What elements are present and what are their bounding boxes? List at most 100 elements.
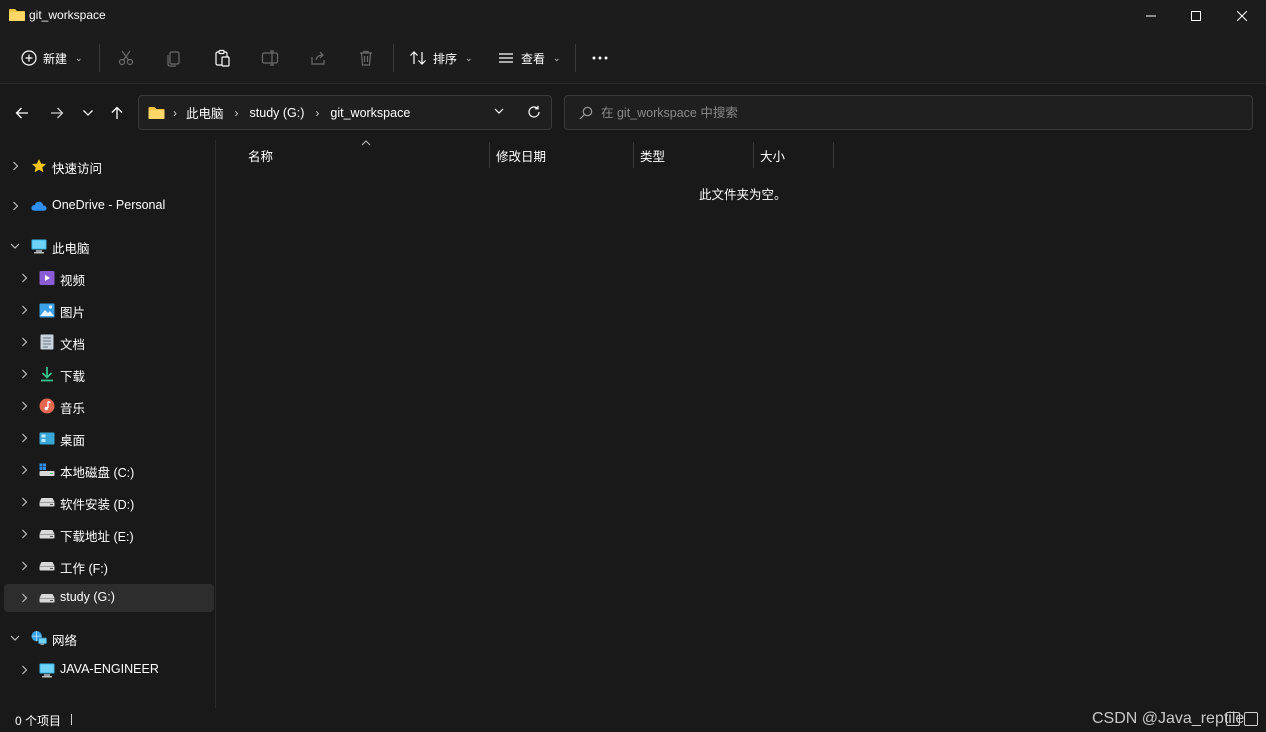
refresh-button[interactable] [527, 105, 541, 119]
column-divider[interactable] [633, 142, 634, 168]
arrow-right-icon [51, 107, 64, 119]
back-button[interactable] [11, 102, 33, 124]
chevron-right-icon[interactable] [19, 305, 29, 315]
video-icon [39, 270, 55, 286]
chevron-right-icon[interactable] [19, 593, 29, 603]
more-button[interactable] [591, 46, 609, 70]
chevron-right-icon[interactable] [19, 337, 29, 347]
maximize-icon [1191, 11, 1201, 21]
sidebar-item-label: study (G:) [60, 590, 115, 604]
sidebar-item-onedrive[interactable]: OneDrive - Personal [4, 192, 214, 220]
sidebar-item-documents[interactable]: 文档 [4, 328, 214, 356]
minimize-icon [1146, 15, 1156, 17]
sidebar-item-label: 本地磁盘 (C:) [60, 466, 135, 480]
chevron-right-icon[interactable] [10, 201, 20, 211]
chevron-right-icon[interactable] [19, 465, 29, 475]
sidebar-item-label: 图片 [60, 306, 86, 320]
chevron-right-icon[interactable] [10, 161, 20, 171]
search-box[interactable] [564, 95, 1253, 130]
recent-locations-button[interactable] [77, 102, 99, 124]
folder-icon [9, 8, 25, 25]
column-divider[interactable] [833, 142, 834, 168]
system-drive-icon [39, 462, 55, 478]
sidebar-item-desktop[interactable]: 桌面 [4, 424, 214, 452]
search-icon [579, 106, 593, 120]
status-bar: 0 个项目 CSDN @Java_reptile [0, 708, 1266, 732]
column-header-name[interactable]: 名称 [248, 142, 273, 168]
chevron-right-icon[interactable] [19, 665, 29, 675]
search-input[interactable] [601, 105, 1201, 120]
sidebar-item-drive-e[interactable]: 下载地址 (E:) [4, 520, 214, 548]
column-header-modified[interactable]: 修改日期 [496, 142, 546, 168]
chevron-right-icon[interactable] [19, 529, 29, 539]
address-history-button[interactable] [494, 108, 504, 115]
sort-button[interactable]: 排序 ⌄ [409, 46, 473, 70]
title-bar: git_workspace [0, 0, 1266, 32]
breadcrumb-study-drive[interactable]: study (G:) [250, 106, 305, 120]
cut-icon [118, 50, 134, 66]
sidebar-item-label: 桌面 [60, 434, 86, 448]
chevron-down-icon[interactable] [10, 633, 20, 643]
view-button[interactable]: 查看 ⌄ [497, 46, 561, 70]
chevron-down-icon[interactable] [10, 241, 20, 251]
chevron-right-icon[interactable] [19, 401, 29, 411]
plus-circle-icon [21, 50, 37, 66]
column-header-type[interactable]: 类型 [640, 142, 665, 168]
up-button[interactable] [106, 102, 128, 124]
download-icon [39, 366, 55, 382]
chevron-right-icon[interactable] [19, 561, 29, 571]
copy-icon [167, 51, 180, 67]
sidebar-item-label: 此电脑 [52, 242, 90, 256]
paste-button[interactable] [213, 46, 231, 70]
breadcrumb-this-pc[interactable]: 此电脑 [186, 103, 224, 122]
cut-button[interactable] [117, 46, 135, 70]
sidebar-item-drive-f[interactable]: 工作 (F:) [4, 552, 214, 580]
copy-button[interactable] [165, 46, 183, 70]
column-divider[interactable] [753, 142, 754, 168]
file-list: 名称 修改日期 类型 大小 此文件夹为空。 [217, 140, 1266, 708]
document-icon [39, 334, 55, 350]
sidebar-item-music[interactable]: 音乐 [4, 392, 214, 420]
sidebar-item-drive-c[interactable]: 本地磁盘 (C:) [4, 456, 214, 484]
delete-button[interactable] [357, 46, 375, 70]
sidebar-item-drive-d[interactable]: 软件安装 (D:) [4, 488, 214, 516]
delete-icon [360, 50, 372, 66]
address-bar[interactable]: › 此电脑 › study (G:) › git_workspace [138, 95, 552, 130]
column-divider[interactable] [489, 142, 490, 168]
large-icons-view-toggle[interactable] [1244, 712, 1258, 726]
chevron-down-icon: ⌄ [553, 52, 561, 63]
sidebar-item-label: 工作 (F:) [60, 562, 108, 576]
sidebar-item-label: 下载地址 (E:) [60, 530, 134, 544]
cloud-icon [31, 198, 47, 214]
chevron-right-icon[interactable] [19, 369, 29, 379]
rename-button[interactable] [261, 46, 279, 70]
column-header-size[interactable]: 大小 [760, 142, 785, 168]
chevron-down-icon [494, 108, 504, 114]
sidebar-item-videos[interactable]: 视频 [4, 264, 214, 292]
close-button[interactable] [1219, 0, 1265, 32]
sidebar-item-downloads[interactable]: 下载 [4, 360, 214, 388]
chevron-right-icon[interactable] [19, 497, 29, 507]
sidebar-item-drive-g[interactable]: study (G:) [4, 584, 214, 612]
chevron-down-icon: ⌄ [465, 52, 473, 63]
sidebar-item-label: 音乐 [60, 402, 86, 416]
sidebar-item-network[interactable]: 网络 [4, 624, 214, 652]
share-button[interactable] [309, 46, 327, 70]
forward-button[interactable] [46, 102, 68, 124]
chevron-right-icon[interactable] [19, 273, 29, 283]
maximize-button[interactable] [1173, 0, 1219, 32]
sidebar-item-label: JAVA-ENGINEER [60, 662, 159, 676]
folder-icon [148, 106, 165, 120]
sidebar-item-pictures[interactable]: 图片 [4, 296, 214, 324]
drive-icon [39, 558, 55, 574]
sidebar-item-java-engineer[interactable]: JAVA-ENGINEER [4, 656, 214, 684]
sidebar-item-this-pc[interactable]: 此电脑 [4, 232, 214, 260]
details-view-toggle[interactable] [1226, 712, 1240, 726]
sidebar-item-label: 视频 [60, 274, 86, 288]
sidebar-item-quick-access[interactable]: 快速访问 [4, 152, 214, 180]
chevron-right-icon[interactable] [19, 433, 29, 443]
new-button[interactable]: 新建 ⌄ [21, 46, 83, 70]
breadcrumb-git-workspace[interactable]: git_workspace [330, 106, 410, 120]
separator [393, 44, 394, 72]
minimize-button[interactable] [1128, 0, 1174, 32]
